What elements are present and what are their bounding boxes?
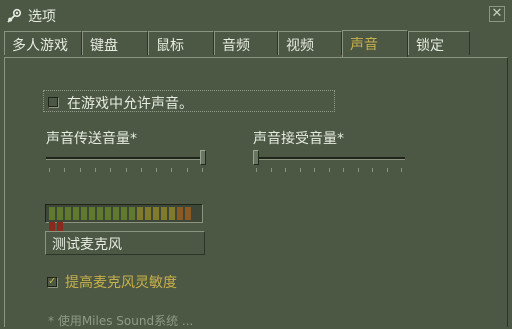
slider-tick bbox=[187, 168, 188, 172]
tab-multiplayer[interactable]: 多人游戏 bbox=[4, 31, 82, 55]
tab-keyboard[interactable]: 键盘 bbox=[82, 31, 148, 55]
slider-tick bbox=[314, 168, 315, 172]
slider-tick bbox=[141, 168, 142, 172]
window-title: 选项 bbox=[28, 9, 56, 25]
boost-mic-checkbox-row[interactable]: ✓ 提高麦克风灵敏度 bbox=[45, 272, 245, 292]
slider-tick bbox=[372, 168, 373, 172]
slider-tick bbox=[329, 168, 330, 172]
tab-bar: 多人游戏 键盘 鼠标 音频 视频 声音 锁定 bbox=[0, 30, 512, 58]
slider-track bbox=[253, 157, 405, 160]
checkmark-icon: ✓ bbox=[48, 276, 57, 287]
tab-voice[interactable]: 声音 bbox=[342, 30, 408, 58]
meter-segment bbox=[97, 207, 103, 220]
allow-voice-label: 在游戏中允许声音。 bbox=[67, 96, 193, 112]
slider-tick bbox=[256, 168, 257, 172]
slider-tick bbox=[300, 168, 301, 172]
slider-tick bbox=[285, 168, 286, 172]
boost-mic-checkbox[interactable]: ✓ bbox=[47, 277, 57, 287]
meter-segment bbox=[137, 207, 143, 220]
slider-tick bbox=[64, 168, 65, 172]
tab-mouse[interactable]: 鼠标 bbox=[148, 31, 214, 55]
slider-ticks bbox=[253, 168, 405, 173]
meter-segment bbox=[169, 207, 175, 220]
boost-mic-label: 提高麦克风灵敏度 bbox=[65, 275, 177, 291]
slider-thumb[interactable] bbox=[253, 150, 259, 165]
slider-tick bbox=[202, 168, 203, 172]
meter-segment bbox=[145, 207, 151, 220]
slider-tick bbox=[95, 168, 96, 172]
slider-tick bbox=[387, 168, 388, 172]
slider-tick bbox=[156, 168, 157, 172]
title-bar: 选项 ✕ bbox=[0, 0, 512, 30]
meter-segment bbox=[105, 207, 111, 220]
receive-volume-slider[interactable] bbox=[253, 150, 405, 176]
meter-segment bbox=[113, 207, 119, 220]
meter-segment bbox=[185, 207, 191, 220]
meter-segment bbox=[81, 207, 87, 220]
transmit-volume-label: 声音传送音量* bbox=[46, 131, 137, 147]
slider-track bbox=[46, 157, 206, 160]
slider-tick bbox=[271, 168, 272, 172]
slider-tick bbox=[401, 168, 402, 172]
receive-volume-label: 声音接受音量* bbox=[253, 131, 344, 147]
tab-audio[interactable]: 音频 bbox=[214, 31, 278, 55]
close-icon: ✕ bbox=[491, 6, 503, 21]
tab-lock[interactable]: 锁定 bbox=[408, 31, 470, 55]
meter-segment bbox=[49, 207, 55, 220]
slider-thumb[interactable] bbox=[200, 150, 206, 165]
slider-tick bbox=[110, 168, 111, 172]
slider-tick bbox=[80, 168, 81, 172]
slider-tick bbox=[126, 168, 127, 172]
test-microphone-button[interactable]: 测试麦克风 bbox=[45, 231, 205, 255]
slider-tick bbox=[171, 168, 172, 172]
meter-segment bbox=[161, 207, 167, 220]
tab-video[interactable]: 视频 bbox=[278, 31, 342, 55]
transmit-volume-slider[interactable] bbox=[46, 150, 206, 176]
meter-segment bbox=[153, 207, 159, 220]
meter-segment bbox=[57, 207, 63, 220]
slider-tick bbox=[343, 168, 344, 172]
miles-sound-footnote: * 使用Miles Sound系统 ... bbox=[48, 314, 194, 328]
meter-segment bbox=[177, 207, 183, 220]
meter-segment bbox=[121, 207, 127, 220]
close-button[interactable]: ✕ bbox=[489, 6, 505, 22]
allow-voice-checkbox[interactable] bbox=[48, 97, 58, 107]
voice-level-meter bbox=[45, 204, 203, 235]
meter-segment bbox=[129, 207, 135, 220]
meter-segment bbox=[65, 207, 71, 220]
slider-tick bbox=[49, 168, 50, 172]
meter-segment bbox=[73, 207, 79, 220]
slider-ticks bbox=[46, 168, 206, 173]
slider-tick bbox=[358, 168, 359, 172]
meter-segment bbox=[89, 207, 95, 220]
steam-logo-icon bbox=[7, 8, 22, 23]
allow-voice-checkbox-row[interactable]: 在游戏中允许声音。 bbox=[43, 90, 335, 112]
